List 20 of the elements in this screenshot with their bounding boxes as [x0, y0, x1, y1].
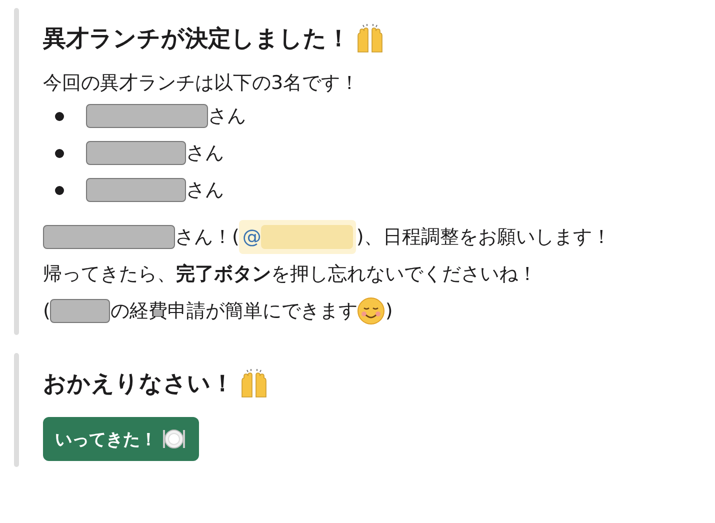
section-title: おかえりなさい！ — [43, 370, 234, 398]
honorific-text: さん — [186, 141, 224, 166]
mention-chip[interactable]: @ — [239, 220, 356, 254]
bullet-icon — [55, 186, 64, 194]
message-text: の経費申請が簡単にできます — [110, 298, 358, 324]
message-text: ) — [385, 300, 393, 322]
done-button[interactable]: いってきた！ — [43, 417, 199, 461]
at-sign: @ — [242, 226, 262, 248]
honorific-text: さん — [186, 178, 224, 203]
smiling-face-icon — [357, 296, 386, 324]
section-title: 異才ランチが決定しました！ — [43, 24, 350, 54]
redacted-block — [50, 298, 110, 322]
message-text: 帰ってきたら、完了ボタンを押し忘れないでくださいね！ — [43, 262, 537, 286]
honorific-text: さん — [208, 104, 246, 129]
message-text: さん！( — [175, 224, 240, 250]
bullet-icon — [55, 112, 64, 120]
message-text: ( — [43, 300, 50, 322]
message-text: )、日程調整をお願いします！ — [356, 224, 611, 250]
bullet-icon — [55, 148, 64, 158]
intro-text: 今回の異才ランチは以下の3名です！ — [43, 71, 360, 96]
